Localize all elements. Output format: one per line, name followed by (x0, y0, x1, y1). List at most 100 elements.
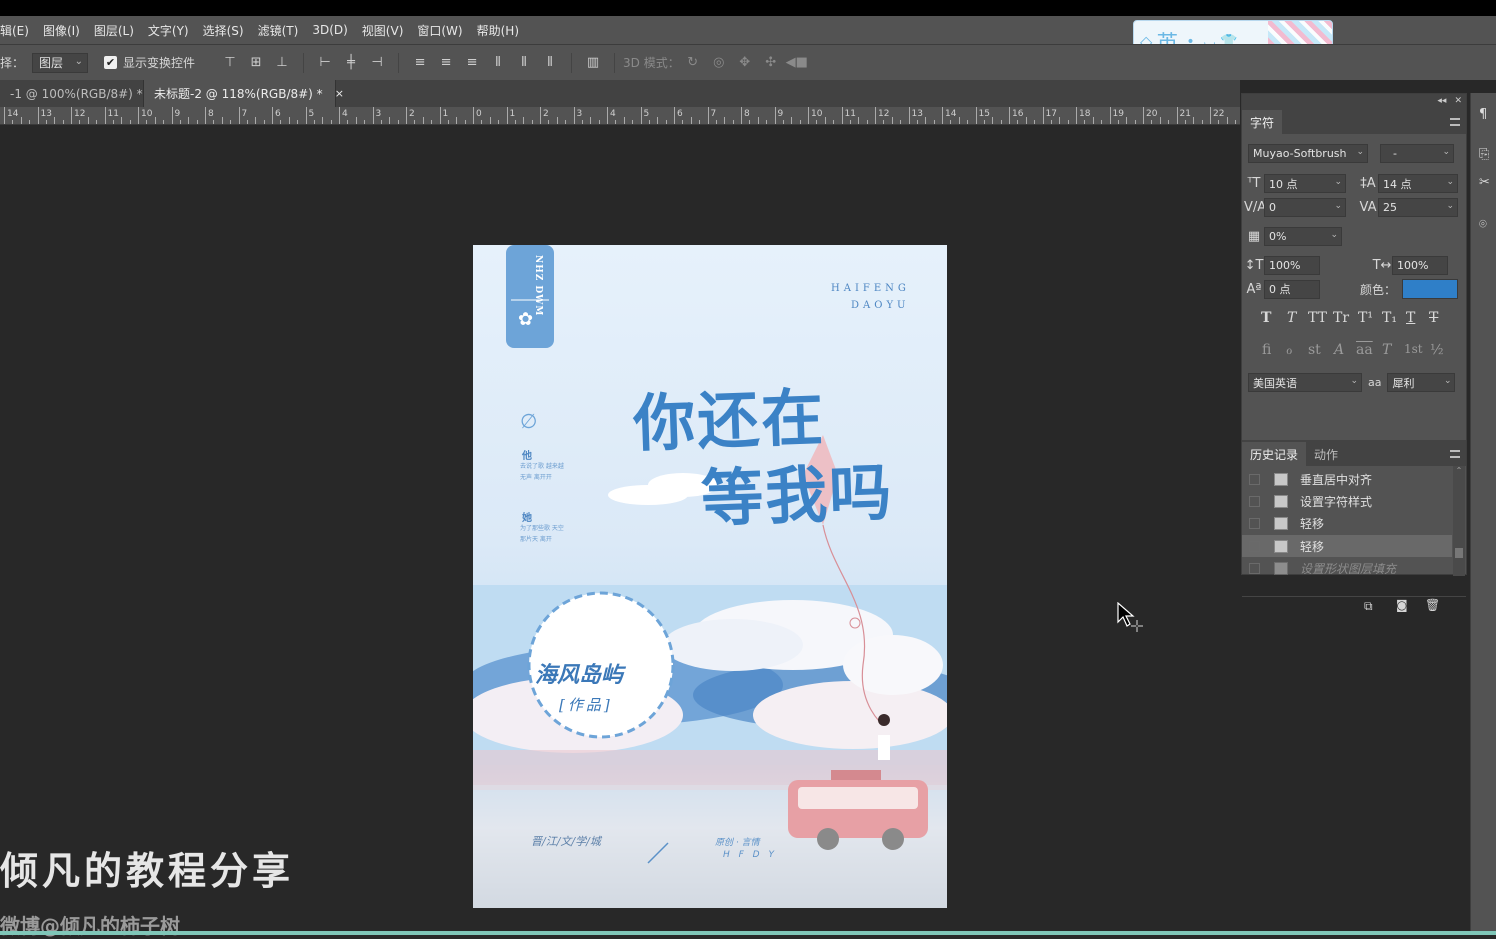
collapse-icon[interactable]: ◂◂ (1437, 96, 1446, 106)
vertical-scale-field[interactable]: 100% (1264, 256, 1320, 275)
history-checkbox[interactable] (1249, 540, 1260, 552)
brush-settings-icon[interactable]: ⎘ (1479, 147, 1489, 162)
distribute-vcenter-icon[interactable]: ≡ (437, 54, 455, 72)
close-icon[interactable]: ✕ (1454, 96, 1462, 106)
baseline-shift-field[interactable]: 0 点 (1264, 279, 1320, 299)
menu-edit[interactable]: 辑(E) (0, 22, 36, 39)
paragraph-icon[interactable]: ¶ (1479, 107, 1487, 122)
camera-icon[interactable]: ◙ (1396, 598, 1408, 612)
stylistic-alternates-button[interactable]: aa (1356, 342, 1373, 358)
history-item[interactable]: 设置字符样式 (1242, 490, 1452, 512)
menu-window[interactable]: 窗口(W) (410, 22, 469, 39)
3d-scale-icon[interactable]: ◀■ (786, 54, 808, 72)
tab-history[interactable]: 历史记录 (1242, 442, 1307, 466)
discretionary-ligature-button[interactable]: st (1308, 342, 1321, 358)
ruler-minor-tick (724, 117, 726, 124)
subscript-button[interactable]: T₁ (1382, 310, 1397, 326)
leading-field[interactable]: 14 点 ⌄ (1378, 174, 1458, 193)
font-size-field[interactable]: 10 点 ⌄ (1264, 174, 1346, 193)
align-vcenter-icon[interactable]: ⊞ (247, 54, 265, 72)
ligature-button[interactable]: ﬁ (1262, 342, 1271, 358)
3d-rotate-icon[interactable]: ↻ (684, 54, 702, 72)
font-style-select[interactable]: - ⌄ (1380, 144, 1454, 163)
tab-actions[interactable]: 动作 (1306, 442, 1346, 466)
menu-3d[interactable]: 3D(D) (305, 23, 354, 37)
menu-type[interactable]: 文字(Y) (141, 22, 196, 39)
new-document-from-state-icon[interactable]: ⧉ (1364, 599, 1373, 614)
scroll-thumb[interactable] (1455, 548, 1463, 558)
panel-menu-icon[interactable] (1450, 118, 1460, 126)
align-left-icon[interactable]: ⊢ (316, 54, 334, 72)
anti-alias-select[interactable]: 犀利 ⌄ (1387, 373, 1456, 392)
fractions-button[interactable]: ½ (1430, 342, 1444, 358)
history-item[interactable]: 垂直居中对齐 (1242, 468, 1452, 490)
distribute-bottom-icon[interactable]: ≡ (463, 54, 481, 72)
menu-filter[interactable]: 滤镜(T) (251, 22, 306, 39)
distribute-right-icon[interactable]: ⦀ (541, 54, 559, 72)
ruler-minor-tick (288, 117, 290, 124)
transform-controls-checkbox[interactable]: ✔ (104, 56, 118, 69)
old-style-button[interactable]: ℴ (1286, 342, 1292, 358)
close-icon[interactable]: × (335, 87, 344, 100)
history-item[interactable]: 轻移 (1242, 512, 1452, 534)
poster-document[interactable]: NHZ DWM ✿ HAIFENG DAOYU 你还在 等我吗 ∅ 他 去说了歌… (473, 245, 947, 908)
scroll-up-icon[interactable]: ⌃ (1453, 466, 1465, 475)
paths-icon[interactable]: ⌾ (1479, 217, 1487, 232)
history-item-selected[interactable]: 轻移 (1242, 535, 1452, 557)
horizontal-scale-field[interactable]: 100% (1392, 256, 1448, 275)
distribute-hcenter-icon[interactable]: ⦀ (515, 54, 533, 72)
menu-help[interactable]: 帮助(H) (470, 22, 526, 39)
tsume-field[interactable]: 0% ⌄ (1264, 227, 1342, 246)
menu-layer[interactable]: 图层(L) (87, 22, 141, 39)
menu-view[interactable]: 视图(V) (355, 22, 411, 39)
3d-slide-icon[interactable]: ✣ (762, 54, 780, 72)
titling-button[interactable]: T (1382, 342, 1391, 358)
history-item[interactable]: 设置形状图层填充 (1242, 557, 1452, 579)
auto-select-dropdown[interactable]: 图层 ⌄ (32, 52, 89, 73)
tab-document-1[interactable]: -1 @ 100%(RGB/8#) * × (0, 80, 164, 107)
ruler-minor-tick (657, 117, 659, 124)
trash-icon[interactable]: 🗑 (1425, 598, 1440, 612)
swash-button[interactable]: A (1334, 342, 1344, 358)
tab-document-2[interactable]: 未标题-2 @ 118%(RGB/8#) * × (144, 80, 344, 107)
align-right-icon[interactable]: ⊣ (368, 54, 386, 72)
ruler-minor-tick (1034, 120, 1036, 124)
ruler-minor-tick (129, 120, 131, 124)
font-family-select[interactable]: Muyao-Softbrush ⌄ (1248, 144, 1368, 163)
tracking-field[interactable]: 25 ⌄ (1378, 198, 1458, 217)
strikethrough-button[interactable]: T (1429, 310, 1438, 326)
menu-select[interactable]: 选择(S) (196, 22, 251, 39)
clone-source-icon[interactable]: ✂ (1479, 175, 1490, 190)
panel-menu-icon[interactable] (1450, 450, 1460, 458)
language-select[interactable]: 美国英语 ⌄ (1248, 373, 1362, 392)
kerning-field[interactable]: 0 ⌄ (1264, 198, 1346, 217)
history-checkbox[interactable] (1249, 517, 1260, 529)
history-checkbox[interactable] (1249, 473, 1260, 485)
small-caps-button[interactable]: Tr (1333, 310, 1349, 326)
ruler-minor-tick (481, 120, 483, 124)
history-checkbox[interactable] (1249, 562, 1260, 574)
underline-button[interactable]: T (1406, 310, 1415, 326)
ordinals-button[interactable]: 1st (1404, 342, 1423, 356)
tab-character[interactable]: 字符 (1242, 110, 1283, 134)
faux-italic-button[interactable]: T (1287, 310, 1296, 326)
align-hcenter-icon[interactable]: ╪ (342, 54, 360, 72)
text-color-swatch[interactable] (1402, 279, 1459, 299)
ruler-tick (305, 107, 307, 124)
align-bottom-icon[interactable]: ⊥ (273, 54, 291, 72)
horizontal-ruler[interactable]: 14 13 12 11 10 9 8 7 6 5 4 3 2 1 0 1 2 3 4 5 6 7 8 9 10 11 12 13 14 1… (0, 107, 1240, 125)
ruler-tick (573, 107, 575, 124)
3d-pan-icon[interactable]: ✥ (736, 54, 754, 72)
distribute-left-icon[interactable]: ⦀ (489, 54, 507, 72)
auto-align-icon[interactable]: ▥ (584, 54, 602, 72)
history-checkbox[interactable] (1249, 495, 1260, 507)
history-scrollbar[interactable]: ⌃ (1453, 466, 1465, 576)
distribute-top-icon[interactable]: ≡ (411, 54, 429, 72)
faux-bold-button[interactable]: T (1261, 310, 1271, 326)
ruler-minor-tick (715, 120, 717, 124)
superscript-button[interactable]: T¹ (1358, 310, 1373, 326)
3d-roll-icon[interactable]: ◎ (710, 54, 728, 72)
align-top-icon[interactable]: ⊤ (221, 54, 239, 72)
menu-image[interactable]: 图像(I) (36, 22, 87, 39)
all-caps-button[interactable]: TT (1308, 310, 1327, 326)
